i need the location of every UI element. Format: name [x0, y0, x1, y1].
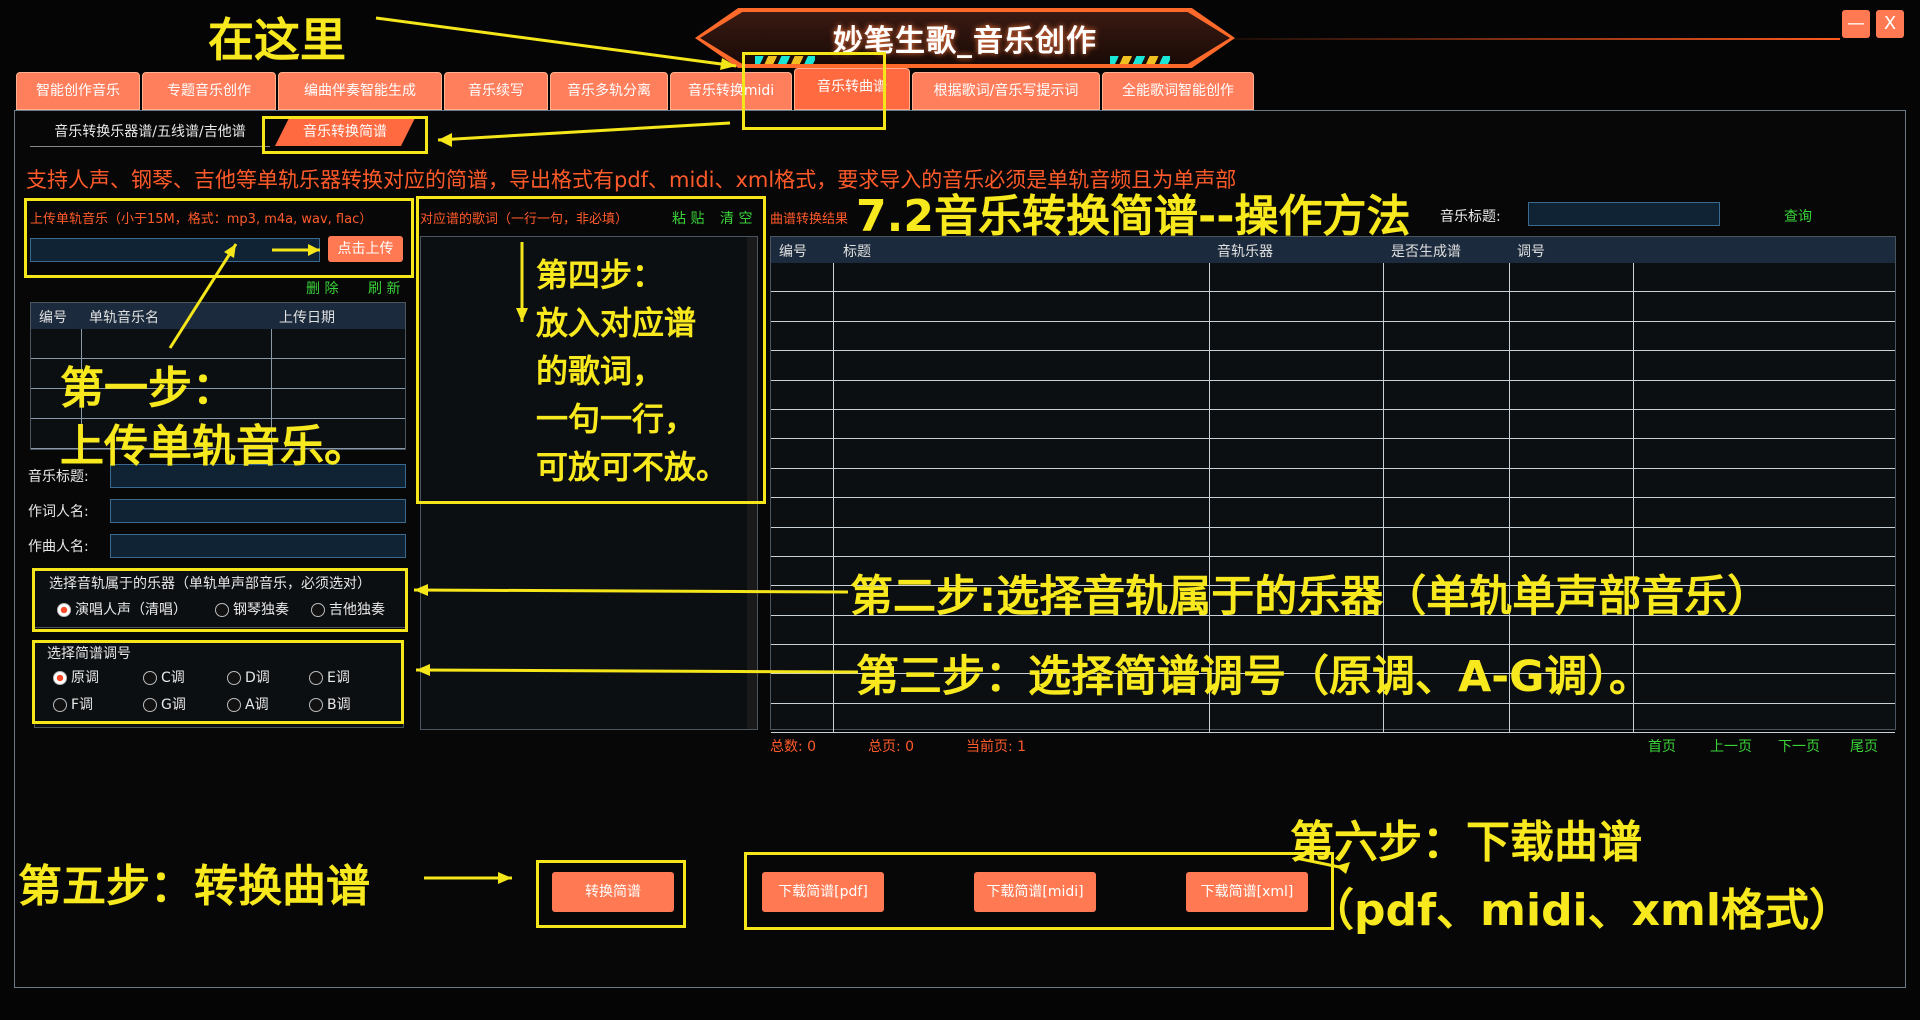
- annot-step4c: 的歌词，: [536, 352, 665, 390]
- annot-step4e: 可放可不放。: [536, 448, 729, 486]
- annot-step6b: （pdf、midi、xml格式）: [1310, 885, 1853, 936]
- annot-step1a: 第一步：: [60, 363, 236, 414]
- annot-step3: 第三步：选择简谱调号（原调、A-G调）。: [856, 652, 1652, 702]
- annot-heading: 7.2音乐转换简谱--操作方法: [856, 191, 1411, 242]
- annot-step6a: 第六步：下载曲谱: [1290, 817, 1642, 868]
- annot-step4a: 第四步：: [536, 256, 665, 294]
- annot-step2: 第二步:选择音轨属于的乐器（单轨单声部音乐）: [850, 572, 1771, 622]
- annot-step5: 第五步：转换曲谱: [18, 861, 370, 912]
- annot-step1b: 上传单轨音乐。: [60, 421, 368, 472]
- annot-here: 在这里: [208, 13, 346, 67]
- annot-step4b: 放入对应谱: [536, 304, 697, 342]
- annot-step4d: 一句一行，: [536, 400, 697, 438]
